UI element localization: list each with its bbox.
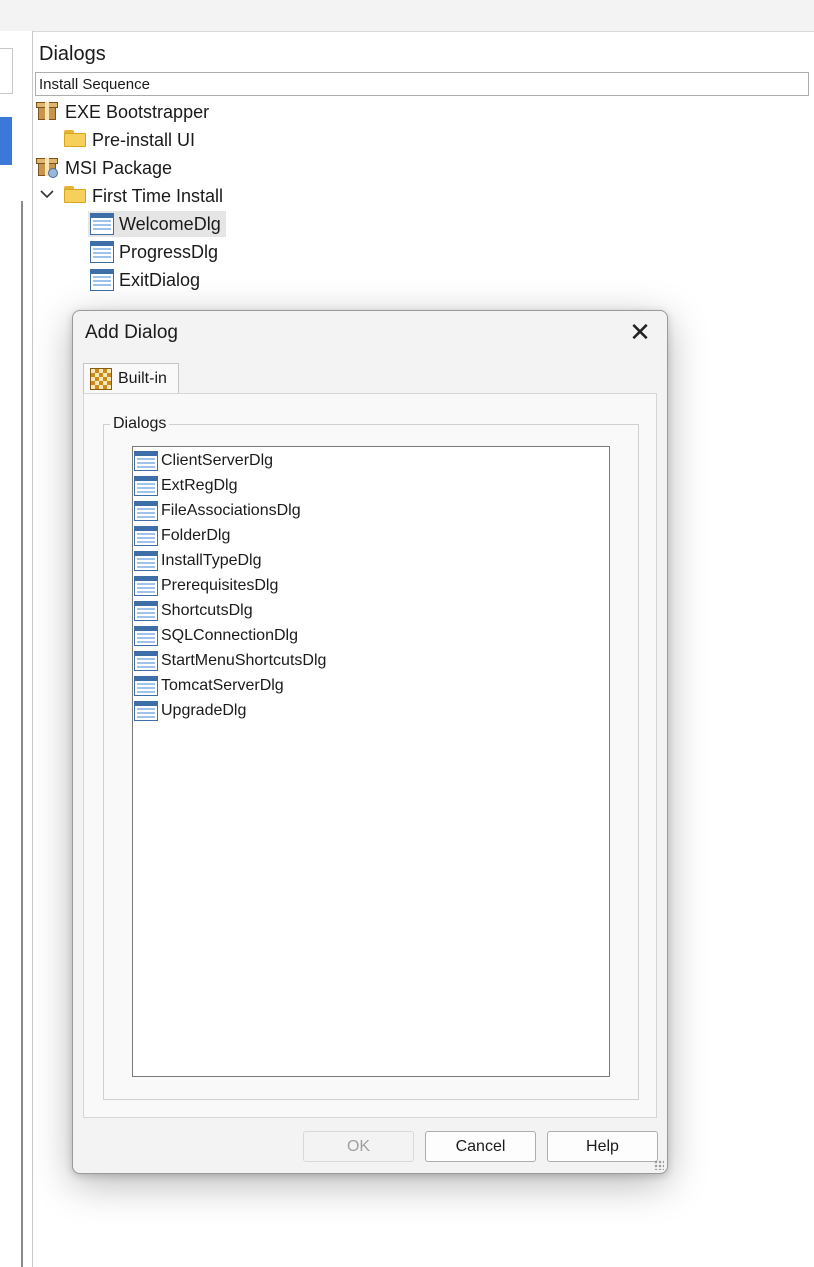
cancel-button[interactable]: Cancel [425,1131,536,1162]
list-item[interactable]: TomcatServerDlg [134,674,284,698]
list-item-label: TomcatServerDlg [161,677,284,694]
dialog-window-icon [134,501,158,521]
tree-item-progress-dlg[interactable]: ProgressDlg [90,239,218,265]
tree-item-label: ExitDialog [119,269,201,290]
group-label: Dialogs [110,415,170,433]
pane-title: Dialogs [39,43,106,65]
tree-item-label: WelcomeDlg [119,213,221,234]
close-icon[interactable]: ✕ [623,317,657,347]
left-pane-scrollbar[interactable] [21,201,23,1267]
list-item[interactable]: FileAssociationsDlg [134,499,301,523]
list-item[interactable]: InstallTypeDlg [134,549,262,573]
dialog-window-icon [134,551,158,571]
list-item-label: FileAssociationsDlg [161,502,301,519]
tab-panel: Dialogs ClientServerDlg ExtRegDlg FileAsso… [83,393,657,1118]
list-item-label: InstallTypeDlg [161,552,262,569]
list-item-label: ShortcutsDlg [161,602,253,619]
dialog-window-icon [134,701,158,721]
list-item[interactable]: ExtRegDlg [134,474,237,498]
tree-item-msi-package[interactable]: MSI Package [36,155,172,181]
list-item[interactable]: UpgradeDlg [134,699,246,723]
install-sequence-header[interactable]: Install Sequence [35,72,809,96]
dialog-window-icon [90,213,114,235]
package-box-icon [36,101,60,123]
left-pane-field[interactable] [0,48,13,94]
tree-item-label: ProgressDlg [119,241,219,262]
folder-icon [63,185,87,207]
list-item-label: UpgradeDlg [161,702,247,719]
list-item[interactable]: StartMenuShortcutsDlg [134,649,326,673]
dialog-window-icon [134,676,158,696]
tab-built-in[interactable]: Built-in [83,363,179,394]
tree-item-welcome-dlg[interactable]: WelcomeDlg [88,211,226,237]
tree-item-pre-install-ui[interactable]: Pre-install UI [63,127,195,153]
tab-label: Built-in [118,370,167,387]
dialog-window-icon [134,601,158,621]
dialog-window-icon [90,241,114,263]
top-toolbar-strip [0,0,814,32]
help-button[interactable]: Help [547,1131,658,1162]
list-item[interactable]: PrerequisitesDlg [134,574,278,598]
list-item[interactable]: FolderDlg [134,524,230,548]
msi-package-icon [36,157,60,179]
list-item-label: SQLConnectionDlg [161,627,298,644]
folder-icon [63,129,87,151]
tree-item-label: EXE Bootstrapper [65,101,210,122]
tree-item-first-time-install[interactable]: First Time Install [63,183,223,209]
tree-item-exit-dialog[interactable]: ExitDialog [90,267,200,293]
list-item-label: ExtRegDlg [161,477,238,494]
left-pane-selected-item[interactable] [0,117,12,165]
dialog-window-icon [90,269,114,291]
dialog-window-icon [134,476,158,496]
tree-item-label: MSI Package [65,157,173,178]
list-item-label: StartMenuShortcutsDlg [161,652,327,669]
tree-item-label: First Time Install [92,185,224,206]
list-item-label: ClientServerDlg [161,452,274,469]
tree-item-label: Pre-install UI [92,129,196,150]
add-dialog-window: Add Dialog ✕ Built-in Dialogs ClientServ… [72,310,668,1174]
list-item[interactable]: ClientServerDlg [134,449,273,473]
list-item-label: PrerequisitesDlg [161,577,279,594]
dialog-window-icon [134,626,158,646]
dialogs-list[interactable]: ClientServerDlg ExtRegDlg FileAssociations… [132,446,610,1077]
list-item[interactable]: ShortcutsDlg [134,599,253,623]
dialog-title: Add Dialog [85,322,178,343]
list-item[interactable]: SQLConnectionDlg [134,624,298,648]
resize-grip-icon[interactable] [654,1160,664,1170]
dialog-window-icon [134,576,158,596]
ok-button[interactable]: OK [303,1131,414,1162]
tree-item-exe-bootstrapper[interactable]: EXE Bootstrapper [36,99,209,125]
dialog-window-icon [134,451,158,471]
list-item-label: FolderDlg [161,527,231,544]
dialog-window-icon [134,526,158,546]
left-pane [0,31,33,1267]
built-in-grid-icon [90,368,112,390]
chevron-down-icon[interactable] [40,186,54,202]
dialog-window-icon [134,651,158,671]
dialogs-group-box: Dialogs ClientServerDlg ExtRegDlg FileAsso… [103,415,639,1100]
